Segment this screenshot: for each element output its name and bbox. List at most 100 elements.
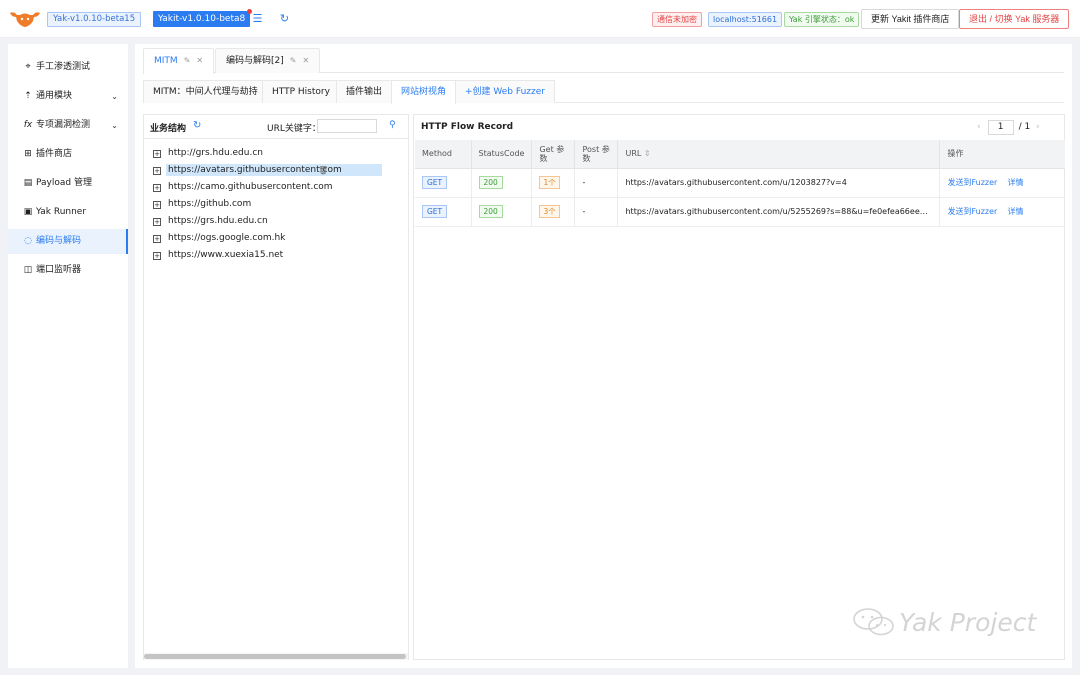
refresh-icon[interactable]: ↻ (193, 120, 201, 131)
rocket-icon: ⇡ (24, 91, 32, 101)
port-icon: ◫ (23, 265, 33, 275)
site-tree-panel: 业务结构 ↻ URL关键字： ⚲ + http://grs.hdu.edu.cn … (143, 114, 409, 660)
table-row[interactable]: GET 200 3个 - https://avatars.githubuserc… (415, 197, 1065, 227)
http-flow-panel: HTTP Flow Record ‹ 1 / 1 › Method StatusCo… (413, 114, 1065, 660)
status-badge: 200 (478, 176, 503, 189)
col-get-params: Get 参数 (531, 140, 576, 169)
tree-node[interactable]: + https://www.xuexia15.net (153, 247, 382, 264)
page-input[interactable]: 1 (987, 120, 1014, 135)
top-header: Yak-v1.0.10-beta15 Yakit-v1.0.10-beta8 ☰… (0, 0, 1080, 38)
tab-site-tree[interactable]: 网站树视角 (391, 80, 457, 104)
sidebar-item-port-listener[interactable]: ◫ 端口监听器 (8, 258, 128, 283)
watermark: Yak Project (851, 607, 1036, 643)
unencrypted-tag: 通信未加密 (652, 12, 702, 27)
document-icon: ▤ (23, 178, 33, 188)
tab-http-history[interactable]: HTTP History (262, 80, 340, 103)
get-params-badge: 1个 (539, 176, 560, 189)
pagination: ‹ 1 / 1 › (977, 119, 1040, 135)
horizontal-scrollbar[interactable] (144, 653, 408, 660)
col-method: Method (415, 140, 472, 169)
sidebar-item-plugin-store[interactable]: ⊞ 插件商店 (8, 142, 128, 167)
method-badge: GET (422, 205, 448, 218)
sidebar-item-general-modules[interactable]: ⇡ 通用模块 ⌄ (8, 84, 128, 109)
send-to-fuzzer-link[interactable]: 发送到Fuzzer (947, 207, 997, 216)
edit-icon[interactable]: ✎ (290, 56, 297, 65)
table-header-row: Method StatusCode Get 参数 Post 参数 URL ⇕ 操… (415, 140, 1065, 169)
sidebar-item-vuln-detection[interactable]: fx 专项漏洞检测 ⌄ (8, 113, 128, 138)
tree-node[interactable]: + https://github.com (153, 196, 382, 213)
sidebar-item-codec[interactable]: ◌ 编码与解码 (8, 229, 128, 254)
http-flow-table: Method StatusCode Get 参数 Post 参数 URL ⇕ 操… (415, 140, 1065, 227)
prev-page-icon[interactable]: ‹ (977, 122, 981, 132)
search-icon[interactable]: ⚲ (389, 120, 396, 130)
tree-node[interactable]: + https://camo.githubusercontent.com (153, 179, 382, 196)
url-keyword-label: URL关键字： (267, 124, 321, 134)
tree-node[interactable]: + http://grs.hdu.edu.cn (153, 145, 382, 162)
site-tree-header: 业务结构 ↻ URL关键字： ⚲ (144, 115, 408, 139)
sub-tabs: MITM：中间人代理与劫持 HTTP History 插件输出 网站树视角 +创… (143, 80, 1064, 104)
chevron-down-icon: ⌄ (111, 92, 118, 101)
edit-icon[interactable]: ✎ (184, 56, 191, 65)
url-cell: https://avatars.githubusercontent.com/u/… (617, 197, 941, 227)
post-params-cell: - (574, 197, 619, 227)
col-actions: 操作 (939, 140, 1065, 169)
tab-codec-2[interactable]: 编码与解码[2] ✎ ✕ (215, 48, 321, 73)
col-post-params: Post 参数 (574, 140, 619, 169)
expand-icon[interactable]: + (153, 235, 161, 243)
expand-icon[interactable]: + (153, 252, 161, 260)
tab-mitm-proxy[interactable]: MITM：中间人代理与劫持 (143, 80, 268, 103)
site-tree-title: 业务结构 (150, 124, 187, 134)
sidebar: ⌖ 手工渗透测试 ⇡ 通用模块 ⌄ fx 专项漏洞检测 ⌄ ⊞ 插件商店 ▤ Payload … (8, 44, 128, 668)
chevron-down-icon: ⌄ (111, 121, 118, 130)
sort-icon[interactable]: ⇕ (644, 149, 651, 158)
engine-status-tag: Yak 引擎状态：ok (784, 12, 860, 27)
expand-icon[interactable]: + (153, 201, 161, 209)
droplet-icon: ◌ (24, 236, 32, 246)
http-flow-title: HTTP Flow Record (421, 122, 514, 132)
sidebar-item-manual-pentest[interactable]: ⌖ 手工渗透测试 (8, 55, 128, 80)
grid-icon: ⊞ (24, 149, 32, 159)
tree-node[interactable]: + https://grs.hdu.edu.cn (153, 213, 382, 230)
tab-plugin-output[interactable]: 插件输出 (336, 80, 393, 103)
detail-link[interactable]: 详情 (1008, 178, 1024, 187)
expand-icon[interactable]: + (153, 167, 161, 175)
delete-icon[interactable]: 🗑 (318, 162, 328, 179)
close-icon[interactable]: ✕ (196, 56, 203, 65)
yak-logo-icon (10, 12, 40, 27)
top-tabs: MITM ✎ ✕ 编码与解码[2] ✎ ✕ (143, 48, 1064, 74)
expand-icon[interactable]: + (153, 218, 161, 226)
col-url[interactable]: URL ⇕ (617, 140, 941, 169)
get-params-badge: 3个 (539, 205, 560, 218)
update-plugin-store-button[interactable]: 更新 Yakit 插件商店 (861, 9, 960, 29)
crosshair-icon: ⌖ (25, 62, 31, 72)
close-icon[interactable]: ✕ (302, 56, 309, 65)
expand-icon[interactable]: + (153, 150, 161, 158)
terminal-icon: ▣ (23, 207, 33, 217)
page-total: / 1 (1018, 122, 1031, 132)
sidebar-item-yak-runner[interactable]: ▣ Yak Runner (8, 200, 128, 225)
col-status: StatusCode (471, 140, 533, 169)
url-keyword-input[interactable] (317, 119, 377, 133)
sidebar-item-payload[interactable]: ▤ Payload 管理 (8, 171, 128, 196)
next-page-icon[interactable]: › (1036, 122, 1040, 132)
url-cell: https://avatars.githubusercontent.com/u/… (617, 168, 941, 198)
expand-icon[interactable]: + (153, 184, 161, 192)
status-badge: 200 (478, 205, 503, 218)
tree-node[interactable]: + https://ogs.google.com.hk (153, 230, 382, 247)
detail-link[interactable]: 详情 (1008, 207, 1024, 216)
function-icon: fx (23, 120, 33, 130)
exit-switch-server-button[interactable]: 退出 / 切换 Yak 服务器 (959, 9, 1070, 29)
tree-node-selected[interactable]: + https://avatars.githubusercontent.com 🗑 (153, 162, 382, 179)
reload-icon[interactable]: ↻ (278, 12, 291, 25)
main-content: MITM ✎ ✕ 编码与解码[2] ✎ ✕ MITM：中间人代理与劫持 HTTP His… (135, 44, 1072, 668)
yakit-version-tag[interactable]: Yakit-v1.0.10-beta8 (153, 9, 253, 27)
scrollbar-thumb[interactable] (144, 654, 406, 659)
tab-create-web-fuzzer[interactable]: +创建 Web Fuzzer (455, 80, 555, 103)
method-badge: GET (422, 176, 448, 189)
table-row[interactable]: GET 200 1个 - https://avatars.githubuserc… (415, 168, 1065, 198)
send-to-fuzzer-link[interactable]: 发送到Fuzzer (947, 178, 997, 187)
post-params-cell: - (574, 168, 619, 198)
menu-indent-icon[interactable]: ☰ (251, 12, 264, 25)
tab-mitm[interactable]: MITM ✎ ✕ (143, 48, 215, 74)
wechat-icon (853, 608, 894, 636)
